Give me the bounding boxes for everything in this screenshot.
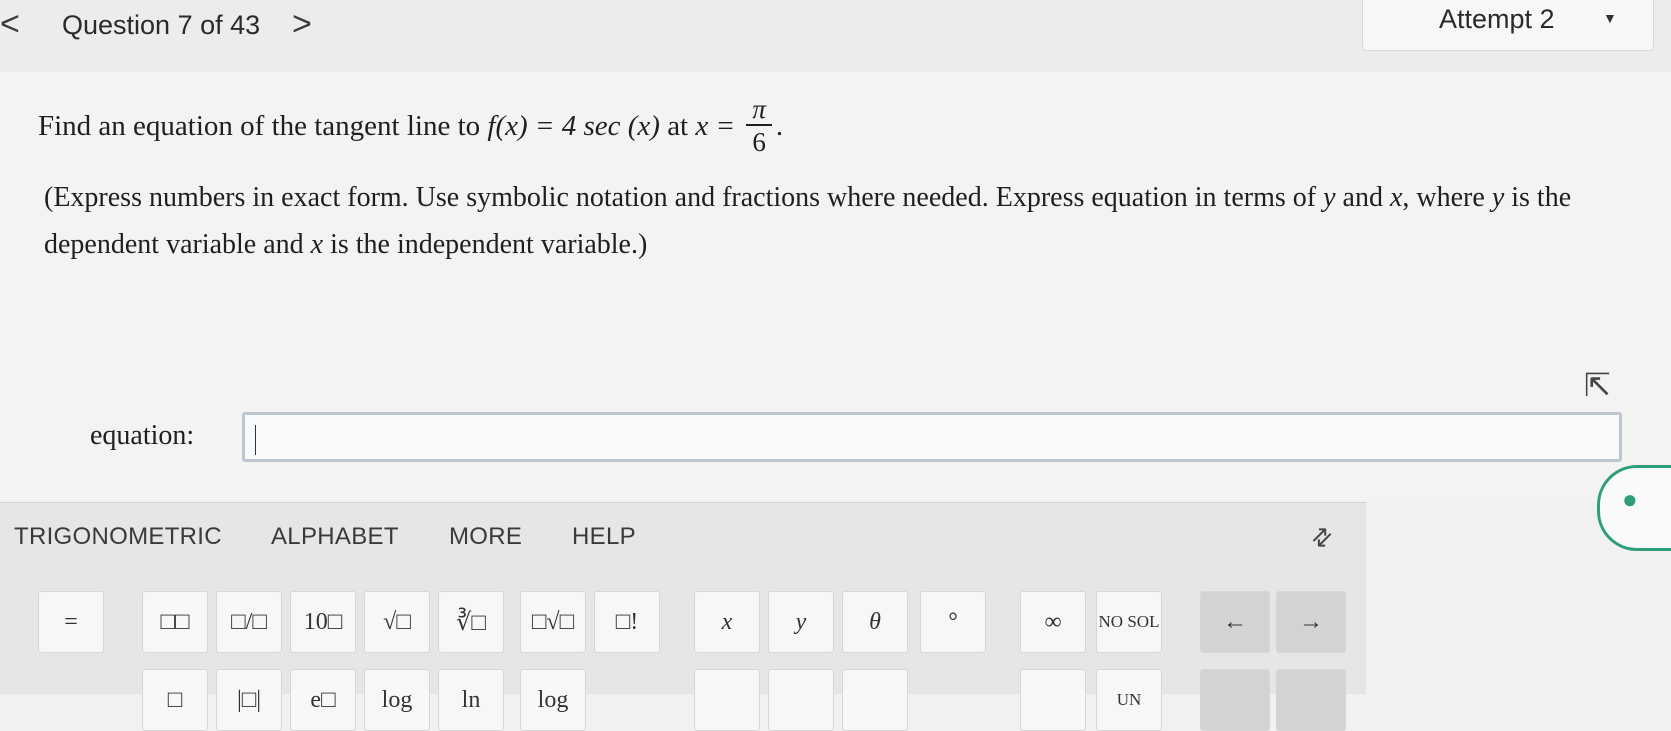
key-row2-blank-1[interactable] [694,669,760,731]
cursor-arrow-icon: ⇱ [1584,367,1611,403]
key-nth-root[interactable]: □√□ [520,591,586,653]
key-undefined[interactable]: UN [1096,669,1162,731]
question-text: Find an equation of the tangent line to … [38,94,784,158]
key-log[interactable]: log [364,669,430,731]
key-row2-dark-1[interactable] [1200,669,1270,731]
key-log-base[interactable]: log [520,669,586,731]
answer-instructions: (Express numbers in exact form. Use symb… [44,182,1572,260]
key-degree[interactable]: ° [920,591,986,653]
key-square-root[interactable]: √□ [364,591,430,653]
tab-trigonometric[interactable]: TRIGONOMETRIC [14,523,222,551]
keypad-tabs: TRIGONOMETRIC ALPHABET MORE HELP ⇄ [0,503,1366,567]
lightbulb-icon: ● [1622,484,1638,514]
next-question-button[interactable]: > [292,2,312,46]
key-right-arrow[interactable]: → [1276,591,1346,653]
key-power-of-ten[interactable]: 10□ [290,591,356,653]
key-infinity[interactable]: ∞ [1020,591,1086,653]
tab-more[interactable]: MORE [449,523,522,551]
key-cube-root[interactable]: ∛□ [438,591,504,653]
key-fraction[interactable]: □/□ [216,591,282,653]
question-content: Find an equation of the tangent line to … [0,72,1671,502]
key-row2-blank-3[interactable] [842,669,908,731]
key-row2-blank-4[interactable] [1020,669,1086,731]
key-subscript[interactable]: □ [142,669,208,731]
key-absolute-value[interactable]: |□| [216,669,282,731]
key-row2-blank-2[interactable] [768,669,834,731]
key-no-solution[interactable]: NO SOL [1096,591,1162,653]
fraction-pi-over-6: π 6 [746,94,772,158]
attempt-label: Attempt 2 [1439,4,1555,34]
key-y[interactable]: y [768,591,834,653]
key-theta[interactable]: θ [842,591,908,653]
function-expression: f(x) = 4 sec (x) [487,109,660,142]
chevron-down-icon: ▼ [1603,10,1617,26]
key-equals[interactable]: = [38,591,104,653]
equation-input[interactable] [242,412,1622,462]
equation-label: equation: [90,420,195,451]
math-keypad: TRIGONOMETRIC ALPHABET MORE HELP ⇄ = □□ … [0,502,1366,731]
attempt-dropdown[interactable]: Attempt 2 ▼ [1362,0,1654,51]
key-x[interactable]: x [694,591,760,653]
helper-tab[interactable]: ● [1597,465,1671,551]
key-factorial[interactable]: □! [594,591,660,653]
previous-question-button[interactable]: < [0,2,20,46]
key-exponent[interactable]: □□ [142,591,208,653]
collapse-arrows-icon[interactable]: ⇄ [1305,520,1340,555]
tab-alphabet[interactable]: ALPHABET [271,523,399,551]
key-row2-dark-2[interactable] [1276,669,1346,731]
question-nav-bar: < Question 7 of 43 > Attempt 2 ▼ [0,0,1671,73]
key-e-power[interactable]: e□ [290,669,356,731]
question-counter: Question 7 of 43 [62,10,261,40]
key-left-arrow[interactable]: ← [1200,591,1270,653]
text-caret [255,425,256,455]
key-ln[interactable]: ln [438,669,504,731]
tab-help[interactable]: HELP [572,523,636,551]
